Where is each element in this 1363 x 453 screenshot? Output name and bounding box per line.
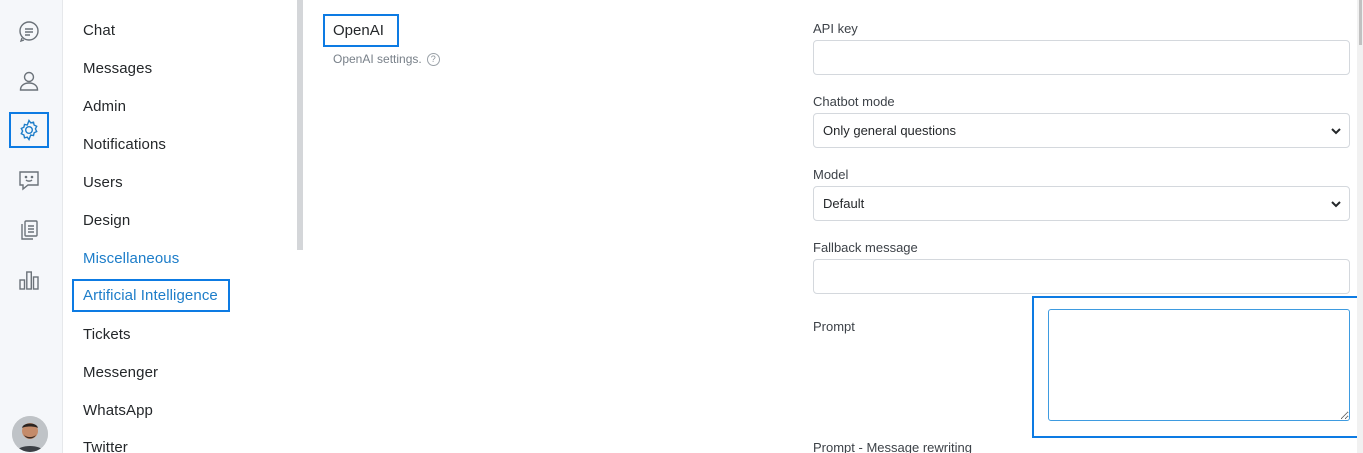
nav-item-tickets[interactable]: Tickets: [83, 326, 131, 343]
profile-photo-icon: [12, 416, 48, 452]
chatbot-rail-button[interactable]: [9, 162, 49, 198]
settings-rail-button[interactable]: [9, 112, 49, 148]
api-key-label: API key: [813, 21, 858, 36]
main-scrollbar-track[interactable]: [1357, 0, 1363, 453]
help-icon[interactable]: ?: [426, 52, 440, 66]
section-title: OpenAI: [323, 14, 399, 47]
prompt-textarea[interactable]: [1048, 309, 1350, 421]
nav-item-chat[interactable]: Chat: [83, 22, 115, 39]
chevron-down-icon: [1331, 201, 1341, 208]
model-label: Model: [813, 167, 849, 182]
main-scrollbar-thumb[interactable]: [1359, 0, 1362, 45]
bar-chart-icon: [19, 271, 39, 290]
section-description: OpenAI settings. ?: [333, 52, 440, 66]
api-key-input[interactable]: [813, 40, 1350, 75]
nav-item-messages[interactable]: Messages: [83, 60, 152, 77]
chatbot-mode-label: Chatbot mode: [813, 94, 895, 109]
nav-item-artificial-intelligence[interactable]: Artificial Intelligence: [72, 279, 230, 312]
settings-nav: Chat Messages Admin Notifications Users …: [64, 0, 300, 453]
settings-content: OpenAI OpenAI settings. ? API key Chatbo…: [303, 0, 1363, 453]
prompt-rewriting-label: Prompt - Message rewriting: [813, 440, 972, 453]
nav-item-messenger[interactable]: Messenger: [83, 364, 158, 381]
user-icon: [19, 71, 39, 91]
smile-message-icon: [19, 171, 39, 191]
nav-item-notifications[interactable]: Notifications: [83, 136, 166, 153]
conversations-rail-button[interactable]: [9, 13, 49, 49]
users-rail-button[interactable]: [9, 63, 49, 99]
icon-rail: [0, 0, 63, 453]
chevron-down-icon: [1331, 128, 1341, 135]
avatar[interactable]: [12, 416, 48, 452]
reports-rail-button[interactable]: [9, 262, 49, 298]
fallback-message-input[interactable]: [813, 259, 1350, 294]
nav-item-design[interactable]: Design: [83, 212, 130, 229]
section-description-text: OpenAI settings.: [333, 52, 422, 66]
nav-item-miscellaneous[interactable]: Miscellaneous: [83, 250, 179, 267]
nav-item-admin[interactable]: Admin: [83, 98, 126, 115]
nav-item-users[interactable]: Users: [83, 174, 123, 191]
articles-rail-button[interactable]: [9, 212, 49, 248]
fallback-message-label: Fallback message: [813, 240, 918, 255]
chatbot-mode-value: Only general questions: [823, 123, 956, 138]
nav-item-twitter[interactable]: Twitter: [83, 439, 128, 453]
nav-item-whatsapp[interactable]: WhatsApp: [83, 402, 153, 419]
model-select[interactable]: Default: [813, 186, 1350, 221]
chatbot-mode-select[interactable]: Only general questions: [813, 113, 1350, 148]
chat-bubble-icon: [19, 21, 39, 43]
documents-icon: [21, 220, 38, 240]
model-value: Default: [823, 196, 865, 211]
prompt-label: Prompt: [813, 319, 855, 334]
gear-icon: [20, 119, 38, 141]
